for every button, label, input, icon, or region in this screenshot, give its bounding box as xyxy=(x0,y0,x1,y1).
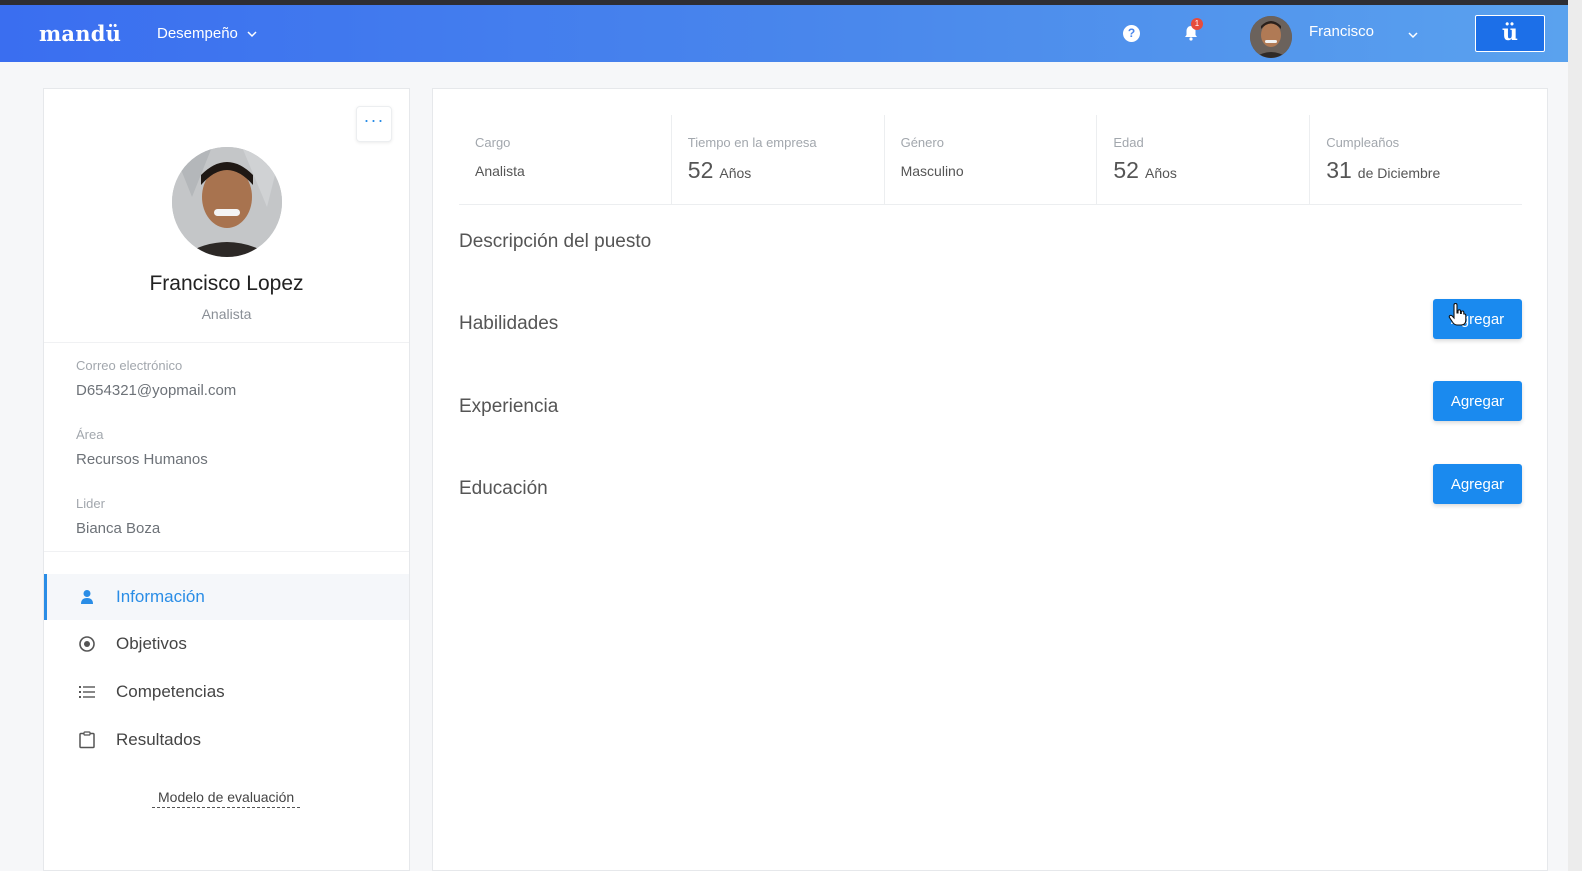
education-title: Educación xyxy=(459,478,548,499)
leader-label: Lider xyxy=(76,496,105,511)
clipboard-icon xyxy=(79,731,95,749)
list-icon xyxy=(79,686,95,698)
main-content-card: Cargo Analista Tiempo en la empresa 52 Añ… xyxy=(432,88,1548,871)
stat-label: Género xyxy=(900,135,944,150)
skills-title: Habilidades xyxy=(459,313,559,334)
stats-row: Cargo Analista Tiempo en la empresa 52 Añ… xyxy=(459,115,1522,205)
experience-title: Experiencia xyxy=(459,396,559,417)
add-education-button[interactable]: Agregar xyxy=(1433,464,1522,504)
hand-cursor-icon xyxy=(1448,303,1467,326)
stat-unit: Años xyxy=(1144,165,1177,181)
more-options-button[interactable]: ··· xyxy=(356,106,392,142)
add-experience-button[interactable]: Agregar xyxy=(1433,381,1522,421)
stat-gender: Género Masculino xyxy=(885,115,1098,204)
add-skill-button[interactable]: Agregar xyxy=(1433,299,1522,339)
leader-value: Bianca Boza xyxy=(76,520,161,537)
target-icon xyxy=(79,636,95,652)
stat-value: 31 de Diciembre xyxy=(1326,157,1440,184)
stat-value-text: Masculino xyxy=(900,163,964,179)
performance-menu[interactable]: Desempeño xyxy=(157,25,258,42)
app-logo[interactable]: mandü xyxy=(39,21,121,46)
user-icon xyxy=(81,590,93,604)
profile-photo xyxy=(172,147,282,257)
evaluation-model-link[interactable]: Modelo de evaluación xyxy=(152,789,301,808)
email-label: Correo electrónico xyxy=(76,358,183,373)
sidebar-item-competencias[interactable]: Competencias xyxy=(44,669,409,715)
stat-number: 52 xyxy=(1113,157,1139,183)
divider xyxy=(44,342,409,343)
help-icon[interactable]: ? xyxy=(1123,25,1140,42)
avatar-image xyxy=(1250,16,1292,58)
stat-label: Tiempo en la empresa xyxy=(687,135,817,150)
sidebar-item-label: Información xyxy=(116,587,205,606)
stat-value: 52 Años xyxy=(1113,157,1177,184)
stat-label: Cargo xyxy=(475,135,511,150)
top-navbar: mandü Desempeño ? 1 Francisco ü xyxy=(0,5,1568,62)
stat-birthday: Cumpleaños 31 de Diciembre xyxy=(1310,115,1522,204)
stat-label: Edad xyxy=(1113,135,1144,150)
stat-value-text: Analista xyxy=(475,163,525,179)
user-name[interactable]: Francisco xyxy=(1309,23,1374,40)
user-chevron-down-icon[interactable] xyxy=(1407,29,1419,41)
chevron-down-icon xyxy=(247,30,257,37)
stat-cargo: Cargo Analista xyxy=(459,115,672,204)
stat-age: Edad 52 Años xyxy=(1097,115,1311,204)
job-description-title: Descripción del puesto xyxy=(459,231,652,252)
sidebar-item-resultados[interactable]: Resultados xyxy=(44,717,409,763)
stat-number: 52 xyxy=(687,157,714,183)
stat-value: Masculino xyxy=(901,161,964,179)
brand-button[interactable]: ü xyxy=(1475,15,1545,52)
stat-label: Cumpleaños xyxy=(1326,135,1400,150)
area-label: Área xyxy=(76,427,104,442)
stat-unit: Años xyxy=(719,165,752,181)
sidebar-item-informacion[interactable]: Información xyxy=(44,574,409,620)
sidebar-item-label: Objetivos xyxy=(116,634,187,653)
divider xyxy=(44,551,409,552)
profile-card: ··· Francisco Lopez Analista Correo elec… xyxy=(43,88,410,871)
notification-badge: 1 xyxy=(1191,18,1203,30)
user-avatar[interactable] xyxy=(1250,16,1292,58)
stat-number: 31 xyxy=(1326,157,1352,183)
stat-unit: de Diciembre xyxy=(1357,165,1441,181)
profile-role: Analista xyxy=(201,306,252,322)
stat-value: Analista xyxy=(475,161,525,179)
sidebar-item-label: Resultados xyxy=(116,730,202,749)
sidebar-item-objetivos[interactable]: Objetivos xyxy=(44,621,409,667)
stat-tenure: Tiempo en la empresa 52 Años xyxy=(672,115,885,204)
performance-menu-label: Desempeño xyxy=(157,25,238,42)
profile-name: Francisco Lopez xyxy=(149,272,304,295)
window-edge xyxy=(1568,0,1582,871)
stat-value: 52 Años xyxy=(688,157,752,184)
area-value: Recursos Humanos xyxy=(76,451,208,468)
sidebar-item-label: Competencias xyxy=(116,682,225,701)
profile-photo-image xyxy=(172,147,282,257)
email-value: D654321@yopmail.com xyxy=(76,382,237,399)
